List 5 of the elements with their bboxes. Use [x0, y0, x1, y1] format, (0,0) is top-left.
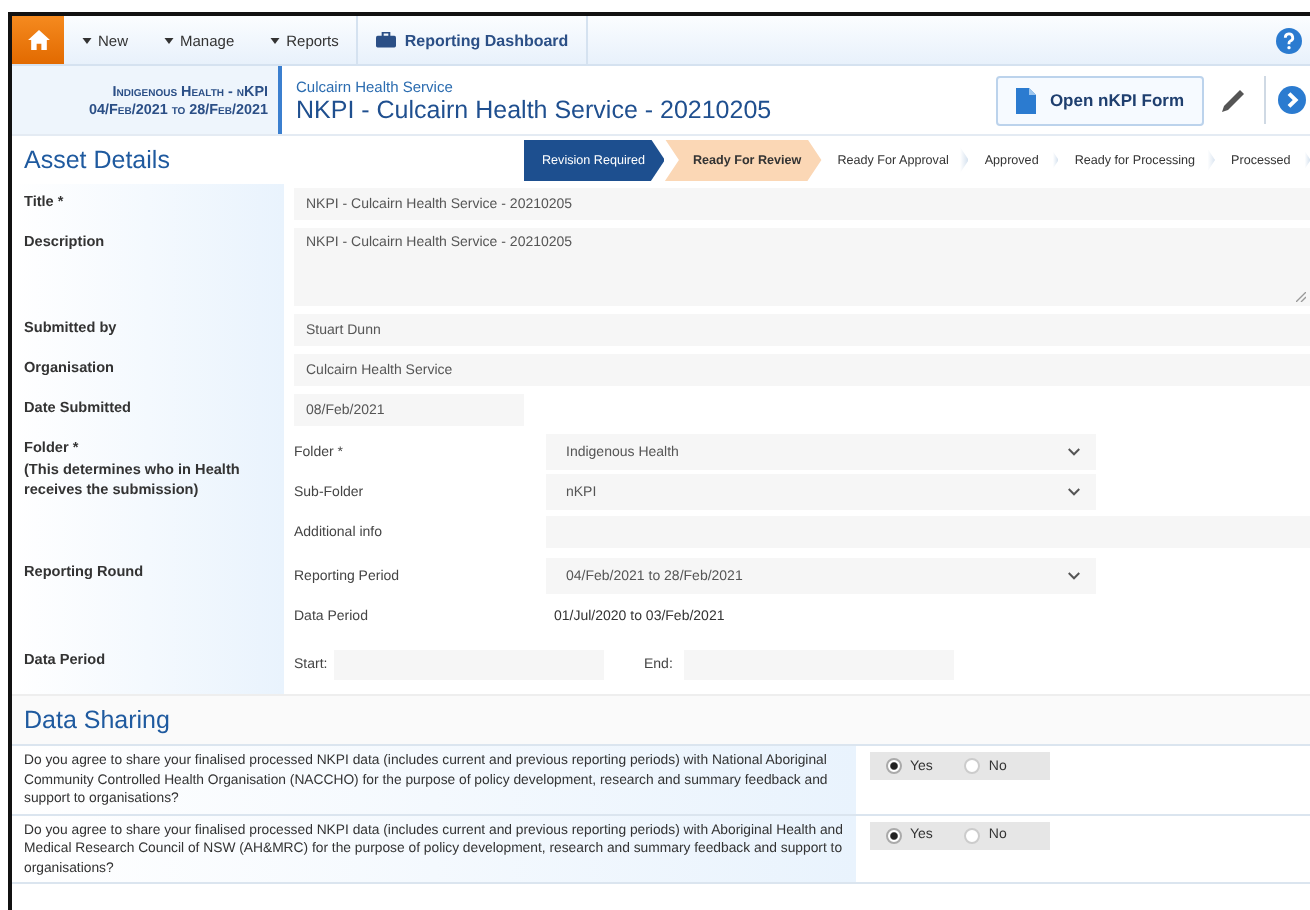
dashboard-button[interactable]: Reporting Dashboard — [356, 16, 589, 64]
page-title: NKPI - Culcairn Health Service - 20210205 — [296, 95, 774, 123]
section-title: Asset Details — [24, 146, 170, 174]
open-form-button[interactable]: Open nKPI Form — [995, 75, 1204, 125]
section-title: Data Sharing — [24, 706, 170, 734]
